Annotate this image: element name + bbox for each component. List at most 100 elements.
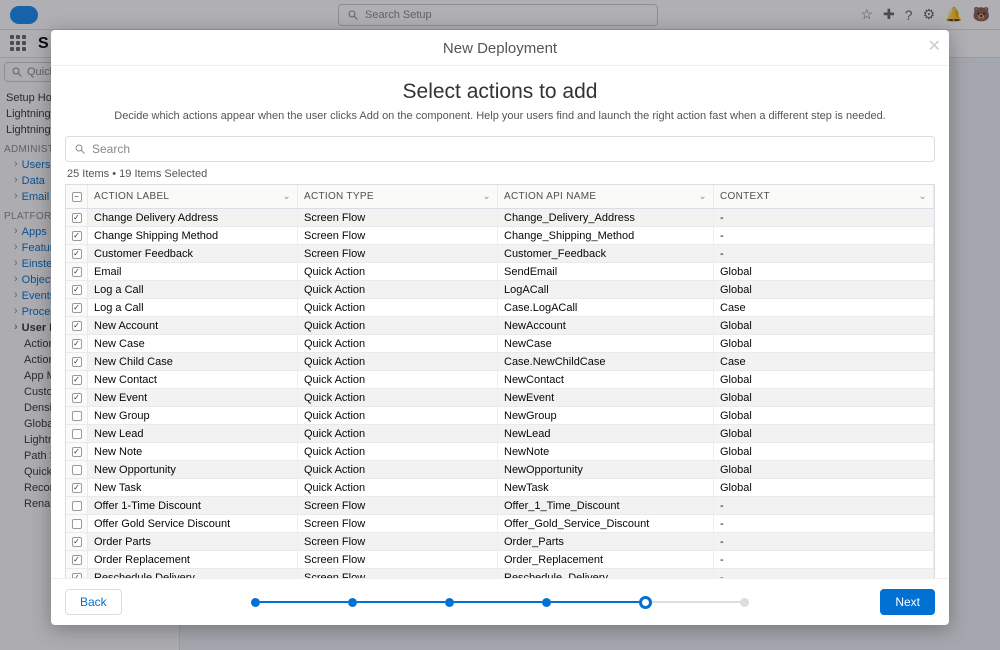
row-checkbox[interactable] bbox=[72, 375, 82, 385]
table-row[interactable]: New LeadQuick ActionNewLeadGlobal bbox=[66, 425, 934, 443]
select-all-checkbox[interactable]: − bbox=[72, 192, 82, 202]
cell-context: Global bbox=[714, 443, 934, 460]
row-checkbox[interactable] bbox=[72, 555, 82, 565]
cell-api: Case.LogACall bbox=[498, 299, 714, 316]
table-row[interactable]: New Child CaseQuick ActionCase.NewChildC… bbox=[66, 353, 934, 371]
row-checkbox[interactable] bbox=[72, 465, 82, 475]
items-count: 25 Items • 19 Items Selected bbox=[65, 166, 935, 184]
col-action-label[interactable]: Action Label⌄ bbox=[88, 185, 298, 208]
row-checkbox-cell[interactable] bbox=[66, 371, 88, 388]
actions-table: − Action Label⌄ Action Type⌄ Action API … bbox=[65, 184, 935, 578]
row-checkbox-cell[interactable] bbox=[66, 209, 88, 226]
row-checkbox-cell[interactable] bbox=[66, 263, 88, 280]
cell-label: Change Shipping Method bbox=[88, 227, 298, 244]
row-checkbox-cell[interactable] bbox=[66, 551, 88, 568]
cell-context: Global bbox=[714, 371, 934, 388]
table-row[interactable]: Offer Gold Service DiscountScreen FlowOf… bbox=[66, 515, 934, 533]
cell-api: Offer_Gold_Service_Discount bbox=[498, 515, 714, 532]
row-checkbox-cell[interactable] bbox=[66, 425, 88, 442]
col-action-type[interactable]: Action Type⌄ bbox=[298, 185, 498, 208]
cell-label: New Contact bbox=[88, 371, 298, 388]
row-checkbox-cell[interactable] bbox=[66, 389, 88, 406]
row-checkbox-cell[interactable] bbox=[66, 299, 88, 316]
row-checkbox-cell[interactable] bbox=[66, 317, 88, 334]
row-checkbox[interactable] bbox=[72, 267, 82, 277]
row-checkbox[interactable] bbox=[72, 537, 82, 547]
table-row[interactable]: Change Delivery AddressScreen FlowChange… bbox=[66, 209, 934, 227]
table-row[interactable]: New AccountQuick ActionNewAccountGlobal bbox=[66, 317, 934, 335]
table-row[interactable]: New OpportunityQuick ActionNewOpportunit… bbox=[66, 461, 934, 479]
row-checkbox-cell[interactable] bbox=[66, 335, 88, 352]
action-search[interactable]: Search bbox=[65, 136, 935, 162]
row-checkbox-cell[interactable] bbox=[66, 479, 88, 496]
col-action-api[interactable]: Action API Name⌄ bbox=[498, 185, 714, 208]
cell-type: Quick Action bbox=[298, 353, 498, 370]
row-checkbox-cell[interactable] bbox=[66, 569, 88, 578]
row-checkbox[interactable] bbox=[72, 483, 82, 493]
table-row[interactable]: New EventQuick ActionNewEventGlobal bbox=[66, 389, 934, 407]
row-checkbox[interactable] bbox=[72, 303, 82, 313]
row-checkbox[interactable] bbox=[72, 339, 82, 349]
table-row[interactable]: Reschedule DeliveryScreen FlowReschedule… bbox=[66, 569, 934, 578]
row-checkbox[interactable] bbox=[72, 501, 82, 511]
cell-label: New Child Case bbox=[88, 353, 298, 370]
cell-type: Quick Action bbox=[298, 425, 498, 442]
row-checkbox-cell[interactable] bbox=[66, 515, 88, 532]
table-row[interactable]: New NoteQuick ActionNewNoteGlobal bbox=[66, 443, 934, 461]
row-checkbox[interactable] bbox=[72, 285, 82, 295]
table-row[interactable]: Order ReplacementScreen FlowOrder_Replac… bbox=[66, 551, 934, 569]
row-checkbox-cell[interactable] bbox=[66, 407, 88, 424]
cell-context: - bbox=[714, 497, 934, 514]
table-row[interactable]: Change Shipping MethodScreen FlowChange_… bbox=[66, 227, 934, 245]
table-row[interactable]: New CaseQuick ActionNewCaseGlobal bbox=[66, 335, 934, 353]
row-checkbox-cell[interactable] bbox=[66, 281, 88, 298]
row-checkbox-cell[interactable] bbox=[66, 227, 88, 244]
cell-api: NewOpportunity bbox=[498, 461, 714, 478]
back-button[interactable]: Back bbox=[65, 589, 122, 615]
table-row[interactable]: New TaskQuick ActionNewTaskGlobal bbox=[66, 479, 934, 497]
row-checkbox[interactable] bbox=[72, 321, 82, 331]
cell-api: NewGroup bbox=[498, 407, 714, 424]
cell-type: Quick Action bbox=[298, 461, 498, 478]
row-checkbox[interactable] bbox=[72, 231, 82, 241]
cell-type: Quick Action bbox=[298, 317, 498, 334]
row-checkbox-cell[interactable] bbox=[66, 533, 88, 550]
cell-type: Screen Flow bbox=[298, 551, 498, 568]
select-all-cell[interactable]: − bbox=[66, 185, 88, 208]
row-checkbox-cell[interactable] bbox=[66, 245, 88, 262]
row-checkbox-cell[interactable] bbox=[66, 353, 88, 370]
modal-title: New Deployment bbox=[51, 30, 949, 66]
row-checkbox[interactable] bbox=[72, 519, 82, 529]
row-checkbox-cell[interactable] bbox=[66, 461, 88, 478]
cell-api: Case.NewChildCase bbox=[498, 353, 714, 370]
table-row[interactable]: New GroupQuick ActionNewGroupGlobal bbox=[66, 407, 934, 425]
row-checkbox[interactable] bbox=[72, 393, 82, 403]
row-checkbox[interactable] bbox=[72, 357, 82, 367]
table-row[interactable]: Customer FeedbackScreen FlowCustomer_Fee… bbox=[66, 245, 934, 263]
row-checkbox[interactable] bbox=[72, 249, 82, 259]
table-row[interactable]: EmailQuick ActionSendEmailGlobal bbox=[66, 263, 934, 281]
col-context[interactable]: Context⌄ bbox=[714, 185, 934, 208]
row-checkbox-cell[interactable] bbox=[66, 443, 88, 460]
cell-api: Change_Shipping_Method bbox=[498, 227, 714, 244]
cell-api: NewCase bbox=[498, 335, 714, 352]
cell-label: Reschedule Delivery bbox=[88, 569, 298, 578]
table-row[interactable]: Order PartsScreen FlowOrder_Parts- bbox=[66, 533, 934, 551]
row-checkbox[interactable] bbox=[72, 213, 82, 223]
modal-scroll[interactable]: Select actions to add Decide which actio… bbox=[51, 66, 949, 578]
row-checkbox[interactable] bbox=[72, 411, 82, 421]
row-checkbox[interactable] bbox=[72, 429, 82, 439]
table-row[interactable]: Log a CallQuick ActionLogACallGlobal bbox=[66, 281, 934, 299]
chevron-down-icon: ⌄ bbox=[282, 191, 291, 202]
table-row[interactable]: New ContactQuick ActionNewContactGlobal bbox=[66, 371, 934, 389]
next-button[interactable]: Next bbox=[880, 589, 935, 615]
cell-type: Quick Action bbox=[298, 479, 498, 496]
close-icon[interactable]: ✕ bbox=[928, 36, 941, 56]
row-checkbox[interactable] bbox=[72, 447, 82, 457]
cell-api: NewEvent bbox=[498, 389, 714, 406]
cell-label: New Account bbox=[88, 317, 298, 334]
cell-context: Global bbox=[714, 479, 934, 496]
row-checkbox-cell[interactable] bbox=[66, 497, 88, 514]
table-row[interactable]: Offer 1-Time DiscountScreen FlowOffer_1_… bbox=[66, 497, 934, 515]
table-row[interactable]: Log a CallQuick ActionCase.LogACallCase bbox=[66, 299, 934, 317]
